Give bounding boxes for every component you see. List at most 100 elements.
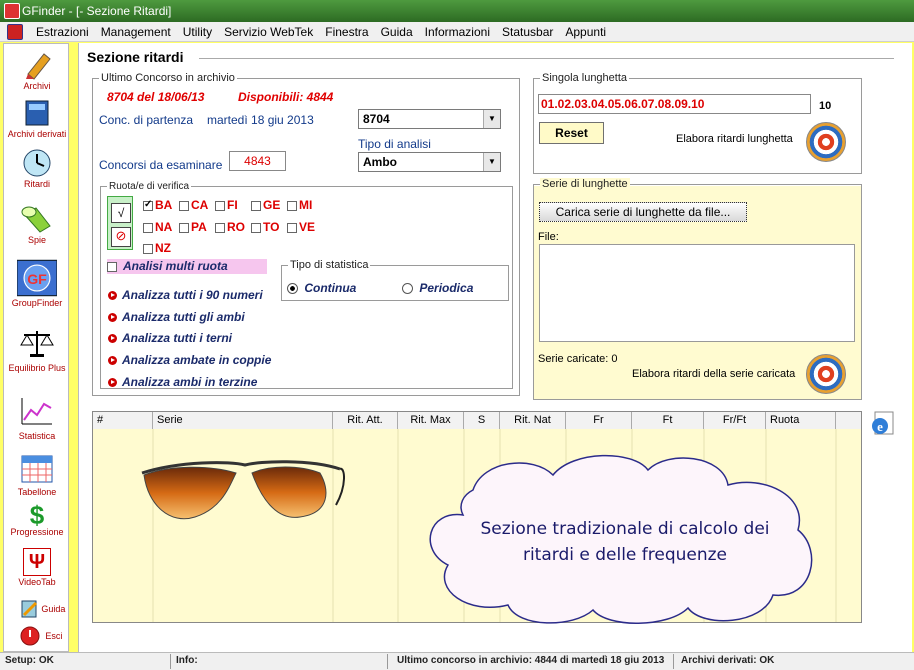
- disponibili-value: Disponibili: 4844: [238, 90, 334, 104]
- check-all-icon[interactable]: √: [111, 203, 131, 223]
- menu-finestra[interactable]: Finestra: [319, 25, 374, 39]
- sidebar-item-label: Ritardi: [23, 179, 50, 189]
- conc-partenza-select[interactable]: 8704 ▼: [358, 109, 501, 129]
- export-ie-icon[interactable]: e: [870, 411, 896, 437]
- radio-button[interactable]: [402, 283, 413, 295]
- sidebar: Archivi Archivi derivati Ritardi Spie GF…: [3, 43, 69, 652]
- conc-partenza-date: martedì 18 giu 2013: [207, 113, 314, 127]
- sidebar-item-archivi[interactable]: Archivi: [4, 50, 70, 91]
- ruota-label: NZ: [155, 241, 171, 255]
- window-title: GFinder - [- Sezione Ritardi]: [22, 4, 172, 18]
- action-analizza-ambi[interactable]: Analizza tutti gli ambi: [108, 310, 245, 324]
- col-header[interactable]: Fr/Ft: [704, 412, 766, 429]
- target-icon[interactable]: [806, 354, 846, 394]
- ruote-toggle-panel: √ ⊘: [107, 196, 133, 250]
- col-header[interactable]: S: [464, 412, 500, 429]
- menu-statusbar[interactable]: Statusbar: [496, 25, 559, 39]
- menu-appunti[interactable]: Appunti: [559, 25, 612, 39]
- sidebar-item-archivi-derivati[interactable]: Archivi derivati: [4, 98, 70, 139]
- checkbox[interactable]: [143, 243, 153, 254]
- ruota-ca[interactable]: CA: [179, 198, 208, 212]
- action-analizza-ambate-coppie[interactable]: Analizza ambate in coppie: [108, 353, 271, 367]
- col-header[interactable]: Fr: [566, 412, 632, 429]
- radio-continua-label: Continua: [304, 281, 357, 295]
- sidebar-item-progressione[interactable]: $ Progressione: [4, 500, 70, 537]
- sidebar-item-label: Esci: [45, 631, 63, 642]
- sidebar-item-spie[interactable]: Spie: [4, 204, 70, 245]
- ruota-label: BA: [155, 198, 173, 212]
- tipo-analisi-select[interactable]: Ambo ▼: [358, 152, 501, 172]
- checkbox[interactable]: [215, 200, 225, 211]
- ruota-mi[interactable]: MI: [287, 198, 312, 212]
- file-textarea[interactable]: [539, 244, 855, 342]
- radio-continua[interactable]: Continua: [287, 281, 356, 295]
- radio-periodica[interactable]: Periodica: [402, 281, 473, 295]
- elabora-serie-label: Elabora ritardi della serie caricata: [632, 368, 796, 380]
- lunghetta-input[interactable]: 01.02.03.04.05.06.07.08.09.10: [538, 94, 811, 114]
- sidebar-item-label: Tabellone: [17, 487, 57, 497]
- sidebar-item-esci[interactable]: Esci: [4, 626, 70, 646]
- book-icon: [25, 100, 49, 126]
- action-analizza-90-numeri[interactable]: Analizza tutti i 90 numeri: [108, 288, 263, 302]
- uncheck-all-icon[interactable]: ⊘: [111, 227, 131, 247]
- menu-bar: Estrazioni Management Utility Servizio W…: [0, 22, 914, 42]
- ruota-nz[interactable]: NZ: [143, 241, 171, 255]
- sidebar-item-statistica[interactable]: Statistica: [4, 392, 70, 441]
- sidebar-item-ritardi[interactable]: Ritardi: [4, 148, 70, 189]
- exit-icon: [20, 626, 40, 646]
- checkbox[interactable]: [251, 200, 261, 211]
- flashlight-icon: [21, 206, 51, 233]
- checkbox[interactable]: [179, 200, 189, 211]
- menu-servizio-webtek[interactable]: Servizio WebTek: [218, 25, 319, 39]
- sidebar-item-equilibrio-plus[interactable]: Equilibrio Plus: [4, 324, 70, 373]
- ruota-to[interactable]: TO: [251, 220, 279, 234]
- menu-informazioni[interactable]: Informazioni: [419, 25, 496, 39]
- play-icon: [108, 334, 117, 344]
- sidebar-item-tabellone[interactable]: Tabellone: [4, 452, 70, 497]
- ruota-na[interactable]: NA: [143, 220, 172, 234]
- ruota-fi[interactable]: FI: [215, 198, 238, 212]
- ruota-ve[interactable]: VE: [287, 220, 315, 234]
- carica-serie-button[interactable]: Carica serie di lunghette da file...: [539, 202, 747, 222]
- chevron-down-icon[interactable]: ▼: [483, 110, 500, 128]
- ruota-ba[interactable]: BA: [143, 198, 172, 212]
- col-header[interactable]: Rit. Max: [398, 412, 464, 429]
- analisi-multi-ruota[interactable]: Analisi multi ruota: [107, 259, 267, 274]
- sidebar-item-guida[interactable]: Guida: [4, 599, 70, 619]
- col-header[interactable]: Rit. Att.: [333, 412, 398, 429]
- sidebar-item-videotab[interactable]: Ψ VideoTab: [4, 548, 70, 587]
- checkbox[interactable]: [143, 199, 153, 211]
- checkbox[interactable]: [143, 222, 153, 233]
- action-analizza-ambi-terzine[interactable]: Analizza ambi in terzine: [108, 375, 257, 389]
- radio-button[interactable]: [287, 283, 298, 295]
- checkbox[interactable]: [107, 261, 117, 272]
- concorsi-esaminare-input[interactable]: 4843: [229, 151, 286, 171]
- document-icon[interactable]: [7, 24, 23, 40]
- sidebar-item-groupfinder[interactable]: GF GroupFinder: [4, 259, 70, 308]
- checkbox[interactable]: [287, 200, 297, 211]
- col-header[interactable]: Ruota: [766, 412, 836, 429]
- checkbox[interactable]: [215, 222, 225, 233]
- checkbox[interactable]: [251, 222, 261, 233]
- menu-management[interactable]: Management: [95, 25, 177, 39]
- target-icon[interactable]: [806, 122, 846, 162]
- col-header[interactable]: Serie: [153, 412, 333, 429]
- chevron-down-icon[interactable]: ▼: [483, 153, 500, 171]
- ruota-pa[interactable]: PA: [179, 220, 207, 234]
- grid-header: # Serie Rit. Att. Rit. Max S Rit. Nat Fr…: [93, 412, 861, 430]
- status-divider: [673, 654, 674, 669]
- menu-guida[interactable]: Guida: [375, 25, 419, 39]
- col-header[interactable]: Rit. Nat: [500, 412, 566, 429]
- action-analizza-terni[interactable]: Analizza tutti i terni: [108, 331, 232, 345]
- checkbox[interactable]: [179, 222, 189, 233]
- ruota-ge[interactable]: GE: [251, 198, 280, 212]
- col-header[interactable]: Ft: [632, 412, 704, 429]
- reset-button[interactable]: Reset: [539, 122, 604, 144]
- ruota-ro[interactable]: RO: [215, 220, 245, 234]
- sidebar-item-label: GroupFinder: [11, 298, 63, 308]
- menu-estrazioni[interactable]: Estrazioni: [30, 25, 95, 39]
- col-header[interactable]: #: [93, 412, 153, 429]
- checkbox[interactable]: [287, 222, 297, 233]
- menu-utility[interactable]: Utility: [177, 25, 218, 39]
- pencil-icon: [26, 53, 51, 80]
